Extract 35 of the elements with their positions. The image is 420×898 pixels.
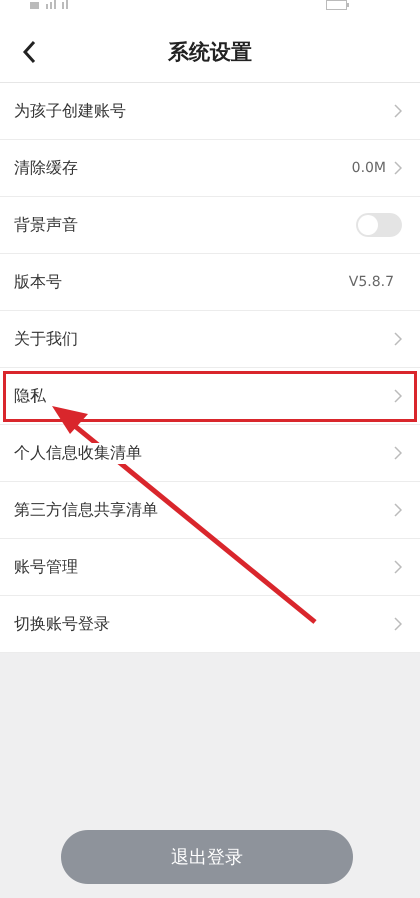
setting-label: 关于我们 — [14, 328, 78, 350]
chevron-icon — [394, 389, 402, 403]
setting-label: 清除缓存 — [14, 158, 78, 178]
setting-value: V5.8.7 — [348, 274, 394, 290]
setting-row[interactable]: 第三方信息共享清单 — [0, 482, 420, 539]
setting-value: 0.0M — [352, 160, 386, 176]
chevron-icon — [394, 332, 402, 346]
chevron-icon — [394, 104, 402, 118]
setting-label: 第三方信息共享清单 — [14, 500, 158, 520]
back-icon[interactable] — [22, 40, 36, 64]
signal-icon — [30, 0, 70, 10]
setting-label: 背景声音 — [14, 214, 78, 236]
setting-label: 个人信息收集清单 — [14, 442, 142, 464]
setting-label: 隐私 — [14, 386, 46, 406]
setting-row[interactable]: 背景声音 — [0, 197, 420, 254]
chevron-icon — [394, 617, 402, 631]
setting-label: 账号管理 — [14, 556, 78, 578]
setting-row[interactable]: 为孩子创建账号 — [0, 83, 420, 140]
chevron-icon — [394, 161, 402, 175]
page-title: 系统设置 — [168, 39, 252, 66]
chevron-icon — [394, 560, 402, 574]
highlighted-setting-row[interactable]: 隐私 — [0, 368, 420, 425]
chevron-icon — [394, 503, 402, 517]
setting-row[interactable]: 关于我们 — [0, 311, 420, 368]
chevron-icon — [394, 446, 402, 460]
setting-row[interactable]: 账号管理 — [0, 539, 420, 596]
setting-row[interactable]: 清除缓存 0.0M — [0, 140, 420, 197]
setting-label: 为孩子创建账号 — [14, 100, 126, 122]
setting-row[interactable]: 个人信息收集清单 — [0, 425, 420, 482]
setting-label: 切换账号登录 — [14, 614, 110, 634]
setting-label: 版本号 — [14, 272, 62, 292]
setting-row[interactable]: 切换账号登录 — [0, 596, 420, 653]
toggle-switch[interactable] — [356, 213, 402, 237]
setting-row[interactable]: 版本号 V5.8.7 — [0, 254, 420, 311]
battery-icon — [326, 0, 350, 10]
